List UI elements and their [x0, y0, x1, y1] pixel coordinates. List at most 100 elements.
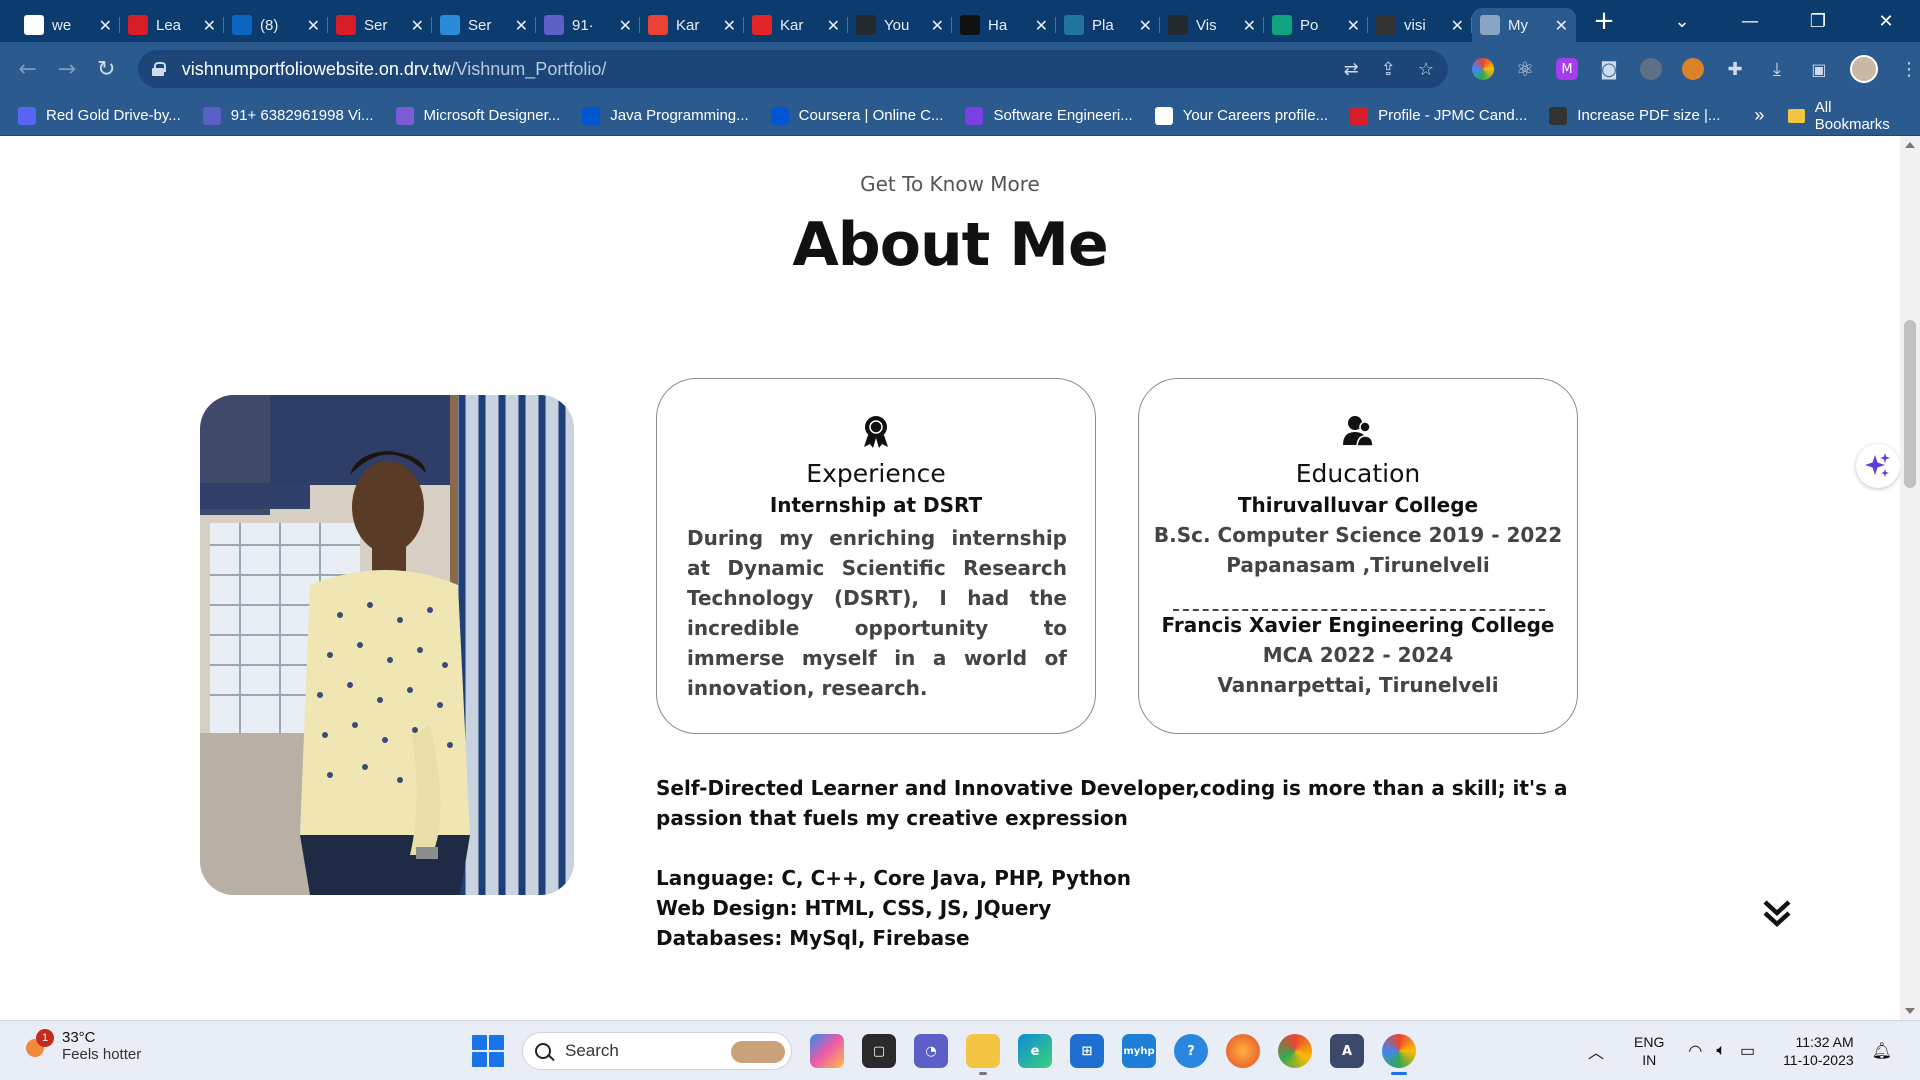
all-bookmarks-button[interactable]: All Bookmarks: [1788, 99, 1902, 133]
close-tab-icon[interactable]: ✕: [723, 16, 736, 35]
bookmark-item[interactable]: Software Engineeri...: [965, 106, 1133, 125]
puzzle-icon[interactable]: ✚: [1724, 58, 1746, 80]
close-tab-icon[interactable]: ✕: [99, 16, 112, 35]
close-tab-icon[interactable]: ✕: [307, 16, 320, 35]
close-tab-icon[interactable]: ✕: [931, 16, 944, 35]
chrome-icon[interactable]: [1382, 1034, 1416, 1075]
edge-icon[interactable]: e: [1018, 1034, 1052, 1068]
firefox-icon[interactable]: [1226, 1034, 1260, 1068]
scroll-down-chevron-icon[interactable]: [1762, 898, 1792, 928]
language-indicator[interactable]: ENG IN: [1634, 1033, 1664, 1069]
wifi-icon[interactable]: ◠: [1688, 1041, 1702, 1061]
notification-bell-icon[interactable]: 🔔︎: [1872, 1041, 1892, 1061]
share-icon[interactable]: ⇪: [1381, 59, 1396, 80]
browser-tab[interactable]: Ha ✕: [952, 8, 1056, 42]
copilot-icon[interactable]: [810, 1034, 844, 1068]
help-icon[interactable]: ?: [1174, 1034, 1208, 1068]
close-tab-icon[interactable]: ✕: [1555, 16, 1568, 35]
browser-tab[interactable]: Po ✕: [1264, 8, 1368, 42]
browser-tab[interactable]: Pla ✕: [1056, 8, 1160, 42]
clock[interactable]: 11:32 AM 11-10-2023: [1783, 1033, 1854, 1069]
extension-orange-icon[interactable]: [1681, 58, 1704, 80]
windows-start-icon[interactable]: [472, 1035, 504, 1067]
react-devtools-icon[interactable]: ⚛: [1514, 57, 1536, 81]
close-window-icon[interactable]: ✕: [1852, 11, 1920, 32]
scrollbar-thumb[interactable]: [1904, 320, 1916, 488]
close-tab-icon[interactable]: ✕: [1451, 16, 1464, 35]
file-explorer-icon[interactable]: [966, 1034, 1000, 1075]
minimize-icon[interactable]: —: [1716, 11, 1784, 32]
bookmark-item[interactable]: Java Programming...: [582, 106, 749, 125]
bookmark-item[interactable]: Coursera | Online C...: [770, 106, 943, 125]
camera-icon[interactable]: ◙: [1598, 58, 1620, 80]
browser-tab[interactable]: visi ✕: [1368, 8, 1472, 42]
show-hidden-icons-chevron-icon[interactable]: ︿: [1588, 1039, 1604, 1063]
tab-title: 91·: [572, 16, 594, 34]
teams-chat-icon[interactable]: ◔: [914, 1034, 948, 1068]
volume-icon[interactable]: 🔈︎: [1716, 1042, 1726, 1060]
forward-icon[interactable]: →: [47, 57, 86, 82]
taskbar-search[interactable]: Search: [522, 1032, 792, 1070]
bookmark-label: Profile - JPMC Cand...: [1378, 107, 1528, 124]
system-tray: ︿ ENG IN ◠ 🔈︎ ▭ 11:32 AM 11-10-2023 🔔︎: [1588, 1029, 1892, 1073]
address-bar[interactable]: vishnumportfoliowebsite.on.drv.tw/Vishnu…: [137, 50, 1448, 88]
bookmark-item[interactable]: Increase PDF size |...: [1549, 106, 1720, 125]
browser-tab[interactable]: we ✕: [16, 8, 120, 42]
close-tab-icon[interactable]: ✕: [1243, 16, 1256, 35]
bookmark-item[interactable]: Your Careers profile...: [1154, 106, 1328, 125]
new-tab-button[interactable]: +: [1588, 6, 1620, 36]
restore-icon[interactable]: ❐: [1784, 11, 1852, 32]
close-tab-icon[interactable]: ✕: [1035, 16, 1048, 35]
task-view-icon[interactable]: ▢: [862, 1034, 896, 1068]
close-tab-icon[interactable]: ✕: [515, 16, 528, 35]
close-tab-icon[interactable]: ✕: [1139, 16, 1152, 35]
battery-icon[interactable]: ▭: [1740, 1041, 1755, 1061]
chrome-profile-icon[interactable]: [1278, 1034, 1312, 1068]
headset-icon: [440, 15, 460, 35]
tab-search-chevron-icon[interactable]: ⌄: [1648, 11, 1716, 32]
side-panel-icon[interactable]: ▣: [1808, 58, 1830, 80]
microsoft-store-icon[interactable]: ⊞: [1070, 1034, 1104, 1068]
browser-tab[interactable]: (8) ✕: [224, 8, 328, 42]
bookmark-item[interactable]: Red Gold Drive-by...: [18, 106, 181, 125]
scroll-down-arrow-icon[interactable]: [1905, 1008, 1915, 1014]
browser-tab[interactable]: Kar ✕: [640, 8, 744, 42]
profile-avatar[interactable]: [1849, 55, 1878, 83]
bookmarks-overflow-button[interactable]: »: [1754, 105, 1764, 126]
all-bookmarks-label: All Bookmarks: [1814, 98, 1890, 133]
scroll-up-arrow-icon[interactable]: [1905, 142, 1915, 148]
close-tab-icon[interactable]: ✕: [619, 16, 632, 35]
browser-tab[interactable]: My ✕: [1472, 8, 1576, 42]
bookmark-item[interactable]: Microsoft Designer...: [395, 106, 560, 125]
extension-disc-icon[interactable]: [1639, 58, 1662, 80]
back-icon[interactable]: ←: [8, 57, 47, 82]
browser-tab[interactable]: Ser ✕: [432, 8, 536, 42]
close-tab-icon[interactable]: ✕: [827, 16, 840, 35]
tab-title: Pla: [1092, 16, 1114, 34]
weather-widget[interactable]: 1 33°C Feels hotter: [22, 1029, 141, 1063]
browser-tab[interactable]: Lea ✕: [120, 8, 224, 42]
close-tab-icon[interactable]: ✕: [203, 16, 216, 35]
bookmark-star-icon[interactable]: ☆: [1418, 59, 1434, 80]
ai-sparkle-icon[interactable]: [1856, 444, 1900, 488]
browser-tab[interactable]: Kar ✕: [744, 8, 848, 42]
bookmark-item[interactable]: 91+ 6382961998 Vi...: [202, 106, 374, 125]
browser-tab[interactable]: You ✕: [848, 8, 952, 42]
m-extension-icon[interactable]: M: [1555, 58, 1578, 80]
download-icon[interactable]: ⤓: [1766, 58, 1788, 80]
android-studio-icon[interactable]: A: [1330, 1034, 1364, 1068]
translate-icon[interactable]: ⇄: [1344, 59, 1359, 80]
browser-tab[interactable]: 91· ✕: [536, 8, 640, 42]
color-picker-extension-icon[interactable]: [1471, 58, 1494, 80]
bookmark-item[interactable]: Profile - JPMC Cand...: [1350, 106, 1528, 125]
kebab-menu-icon[interactable]: ⋮: [1898, 58, 1920, 80]
browser-tab[interactable]: Vis ✕: [1160, 8, 1264, 42]
browser-tab[interactable]: Ser ✕: [328, 8, 432, 42]
reload-icon[interactable]: ↻: [87, 57, 126, 82]
myhp-icon[interactable]: myhp: [1122, 1034, 1156, 1068]
lock-icon[interactable]: [151, 62, 166, 76]
education-divider: [1173, 609, 1545, 611]
close-tab-icon[interactable]: ✕: [1347, 16, 1360, 35]
close-tab-icon[interactable]: ✕: [411, 16, 424, 35]
page-scrollbar[interactable]: [1900, 136, 1920, 1020]
